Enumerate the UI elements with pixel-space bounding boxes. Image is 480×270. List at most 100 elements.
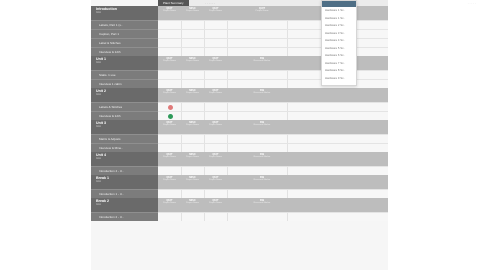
column-header[interactable]: QUIT Proper Name [204, 198, 227, 204]
cell-divider [227, 80, 228, 88]
dropdown-list: Hardware 1 Sc.. Hardware 1 Sc.. Hardware 2… [322, 7, 356, 82]
column-header[interactable]: QUIT Proper Name [158, 152, 181, 158]
cell-divider [181, 213, 182, 221]
row-label[interactable]: Caption, Part 1 [91, 29, 158, 38]
column-header[interactable]: QUIT Proper Name [232, 6, 292, 12]
row-label[interactable]: Statis. 1 use [91, 70, 158, 79]
column-header[interactable]: MISC Proper Name [181, 56, 204, 62]
row-label[interactable]: Label & Stitches [91, 38, 158, 47]
group-header[interactable]: Unit 4 Intro [91, 152, 158, 166]
column-header[interactable]: MISC Proper Name [181, 175, 204, 181]
grid-row[interactable] [158, 111, 388, 120]
dropdown-item[interactable]: Hardware 6 Sc.. [322, 52, 356, 60]
cell-divider [204, 71, 205, 79]
column-header[interactable]: QUIT Proper Name [204, 152, 227, 158]
row-label[interactable]: Labels, Part 1 (s.. [91, 20, 158, 29]
dropdown-item[interactable]: Hardware 8 Sc.. [322, 67, 356, 75]
dropdown-item[interactable]: Hardware 1 Sc.. [322, 7, 356, 15]
grid-row[interactable] [158, 143, 388, 152]
cell-divider [227, 144, 228, 152]
column-header[interactable]: MISC Proper Name [181, 198, 204, 204]
grid-row[interactable] [158, 189, 388, 198]
column-header-name: Proper Name [162, 124, 176, 126]
cell-divider [287, 167, 288, 175]
cell-divider [227, 103, 228, 111]
column-header[interactable]: QUIT Proper Name [158, 198, 181, 204]
row-label[interactable]: Matrix & Adjusts [91, 134, 158, 143]
column-header-name: Proper Name [208, 179, 222, 181]
group-header[interactable]: Break 2 Intro [91, 198, 158, 212]
group-header[interactable]: Break 1 Intro [91, 175, 158, 189]
group-header[interactable]: Introduction Intro [91, 6, 158, 20]
row-label[interactable]: Introduction 4 - U.. [91, 166, 158, 175]
cell-divider [204, 167, 205, 175]
column-header[interactable]: FIB Reserved Marker [232, 198, 292, 204]
column-header[interactable]: QUIT Proper Name [204, 88, 227, 94]
column-header[interactable]: MISC Proper Name [181, 152, 204, 158]
column-header[interactable]: FIB Reserved Marker [232, 175, 292, 181]
grid-row[interactable] [158, 134, 388, 143]
grid-row[interactable] [158, 212, 388, 221]
column-header[interactable]: MISC Proper Name [181, 120, 204, 126]
column-header[interactable]: FIB Reserved Marker [232, 152, 292, 158]
dropdown-item[interactable]: Hardware 5 Sc.. [322, 45, 356, 53]
row-label[interactable]: Interview 1 cabin [91, 79, 158, 88]
row-label[interactable]: Introduction 1 - U.. [91, 189, 158, 198]
group-header[interactable]: Unit 2 Intro [91, 88, 158, 102]
column-header-name: Proper Name [162, 156, 176, 158]
status-indicator[interactable] [168, 114, 173, 119]
cell-divider [181, 48, 182, 56]
column-header[interactable]: QUIT Proper Name [158, 175, 181, 181]
status-indicator[interactable] [168, 105, 173, 110]
group-header[interactable]: Unit 1 Intro [91, 56, 158, 70]
column-header[interactable]: QUIT Proper Name [204, 56, 227, 62]
grid-row[interactable] [158, 166, 388, 175]
column-header[interactable]: QUIT Proper Name [158, 56, 181, 62]
column-header[interactable]: QUIT Proper Name [204, 175, 227, 181]
cell-divider [227, 39, 228, 47]
dropdown-item[interactable]: Hardware 7 Sc.. [322, 60, 356, 68]
column-header[interactable]: QUIT Proper Name [158, 6, 181, 12]
cell-divider [181, 21, 182, 29]
column-header[interactable]: FIB Reserved Marker [232, 56, 292, 62]
dropdown-item[interactable]: Hardware 4 Sc.. [322, 37, 356, 45]
dropdown-item[interactable]: Hardware 2 Sc.. [322, 22, 356, 30]
column-header-name: Proper Name [208, 60, 222, 62]
group-subtitle: Intro [96, 11, 102, 14]
column-header-band: QUIT Proper Name MISC Proper Name QUIT Proper… [158, 88, 388, 102]
group-header[interactable]: Unit 3 Intro [91, 120, 158, 134]
column-header[interactable]: QUIT Proper Name [204, 120, 227, 126]
column-header[interactable]: QUIT Proper Name [204, 6, 227, 12]
cell-divider [204, 190, 205, 198]
row-label[interactable]: Labels & Stitches [91, 102, 158, 111]
hardware-dropdown[interactable]: Hardware 1 Sc.. Hardware 1 Sc.. Hardware 2… [321, 0, 357, 86]
column-header[interactable]: MISC Proper Name [181, 6, 204, 12]
grid-row[interactable] [158, 102, 388, 111]
column-header-name: Proper Name [185, 60, 199, 62]
row-label[interactable]: Interview & 12th [91, 47, 158, 56]
group-subtitle: Intro [96, 61, 102, 64]
cell-divider [227, 190, 228, 198]
dropdown-item[interactable]: Hardware 9 Sc.. [322, 75, 356, 83]
row-label[interactable]: Interview & 12th [91, 111, 158, 120]
cell-divider [181, 80, 182, 88]
cell-divider [204, 135, 205, 143]
cell-divider [181, 167, 182, 175]
cell-divider [181, 71, 182, 79]
row-label[interactable]: Introduction 2 - U.. [91, 212, 158, 221]
cell-divider [287, 144, 288, 152]
column-header[interactable]: FIB Reserved Marker [232, 88, 292, 94]
column-header-name: Proper Name [185, 202, 199, 204]
dropdown-item[interactable]: Hardware 3 Sc.. [322, 30, 356, 38]
column-header[interactable]: MISC Proper Name [181, 88, 204, 94]
dropdown-item[interactable]: Hardware 1 Sc.. [322, 15, 356, 23]
cell-divider [227, 213, 228, 221]
column-header[interactable]: FIB Reserved Marker [232, 120, 292, 126]
column-header-name: Proper Name [162, 60, 176, 62]
column-header-name: Proper Name [185, 156, 199, 158]
top-right-link[interactable]: · · · · · [468, 1, 476, 5]
column-header[interactable]: QUIT Proper Name [158, 88, 181, 94]
row-label[interactable]: Interview & Mine.. [91, 143, 158, 152]
column-header[interactable]: QUIT Proper Name [158, 120, 181, 126]
page-margin: · · · · · [388, 0, 480, 270]
